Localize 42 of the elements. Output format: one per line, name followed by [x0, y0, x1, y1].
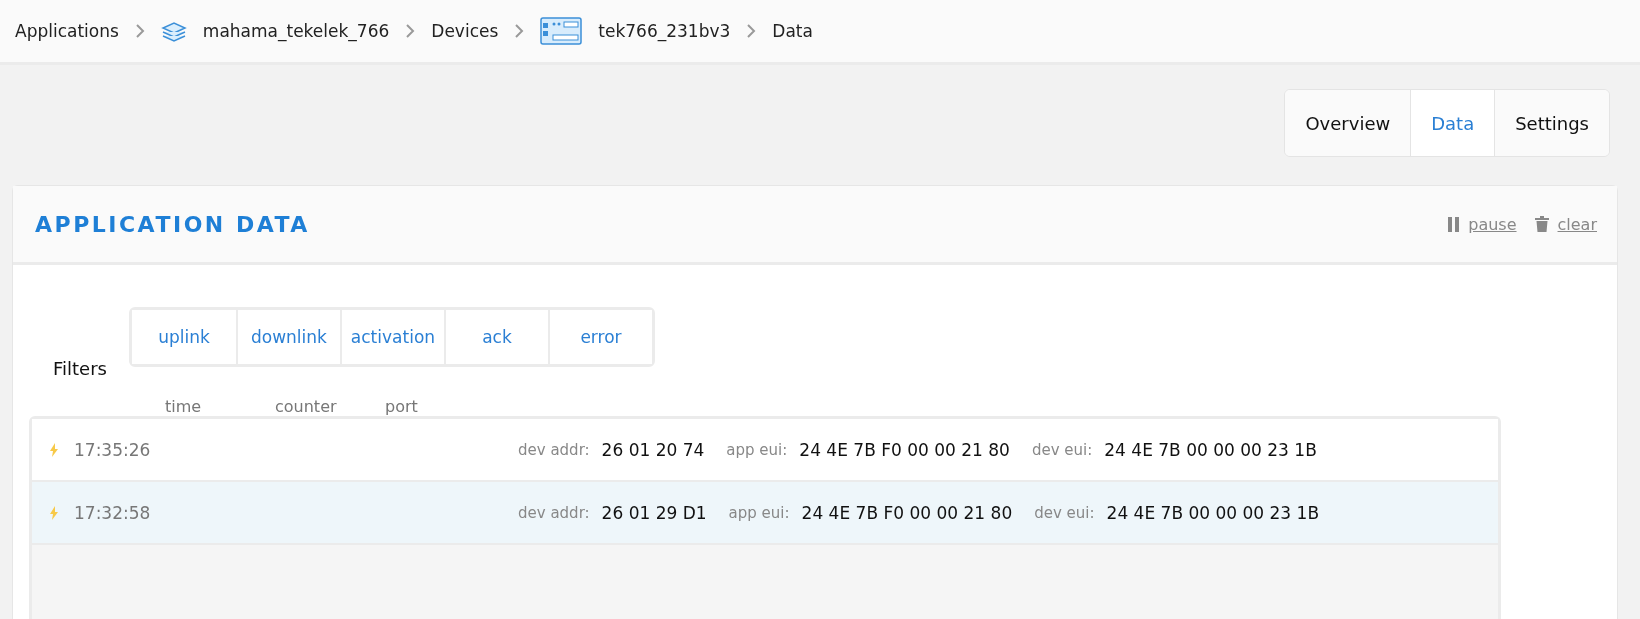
time-cell-text: 17:32:58	[74, 502, 152, 523]
field-value: 24 4E 7B F0 00 00 21 80	[801, 502, 1013, 523]
breadcrumb-link[interactable]: Applications	[15, 21, 119, 41]
tab[interactable]: Settings	[1494, 90, 1609, 156]
breadcrumb-link[interactable]: mahama_tekelek_766	[202, 21, 390, 41]
filter-button[interactable]: error	[547, 310, 652, 364]
field-label: dev addr:	[518, 503, 590, 522]
field-label: app eui:	[728, 503, 790, 522]
link-label: clear	[1557, 214, 1597, 234]
field-label: dev eui:	[1031, 440, 1093, 459]
filters-label: Filters	[53, 358, 107, 379]
chevron-icon	[134, 24, 145, 38]
column-header: time	[165, 397, 203, 416]
trash-icon	[1534, 216, 1549, 232]
field-value: 24 4E 7B 00 00 00 23 1B	[1106, 502, 1320, 523]
circuit-board-icon	[540, 17, 583, 45]
field-label: app eui:	[726, 440, 788, 459]
field-label: dev eui:	[1034, 503, 1095, 522]
chevron-icon	[405, 24, 416, 38]
field-label: dev addr:	[518, 440, 590, 459]
field-value: 26 01 29 D1	[601, 502, 707, 523]
link-label: pause	[1468, 214, 1517, 234]
field-value: 26 01 20 74	[601, 439, 705, 460]
time-cell-text: 17:35:26	[74, 439, 152, 460]
lightning-icon	[50, 505, 58, 520]
panel-title: APPLICATION DATA	[35, 211, 310, 237]
breadcrumb-link[interactable]: Devices	[431, 21, 499, 41]
pause-link[interactable]: pause	[1448, 214, 1517, 234]
chevron-icon	[746, 24, 757, 38]
data-row[interactable]: 17:32:58 dev addr: 26 01 29 D1 app eui: 24 4E 7B F0 00 00 21 80 dev eui: 24 4E 7B 00 00 00 23 1B	[32, 482, 1498, 545]
lightning-icon	[50, 442, 58, 457]
data-row[interactable]: 17:35:26 dev addr: 26 01 20 74 app eui: 24 4E 7B F0 00 00 21 80 dev eui: 24 4E 7B 00 00 00 23 1B	[32, 419, 1498, 482]
column-header: port	[385, 397, 419, 416]
pause-icon	[1448, 216, 1460, 232]
field-value: 24 4E 7B 00 00 00 23 1B	[1104, 439, 1317, 460]
field-value: 24 4E 7B F0 00 00 21 80	[799, 439, 1010, 460]
column-header: counter	[275, 397, 338, 416]
layers-icon	[160, 19, 187, 43]
breadcrumb-link[interactable]: tek766_231bv3	[598, 21, 731, 41]
tab[interactable]: Data	[1410, 90, 1495, 156]
chevron-icon	[514, 24, 525, 38]
breadcrumb-link[interactable]: Data	[772, 21, 813, 41]
